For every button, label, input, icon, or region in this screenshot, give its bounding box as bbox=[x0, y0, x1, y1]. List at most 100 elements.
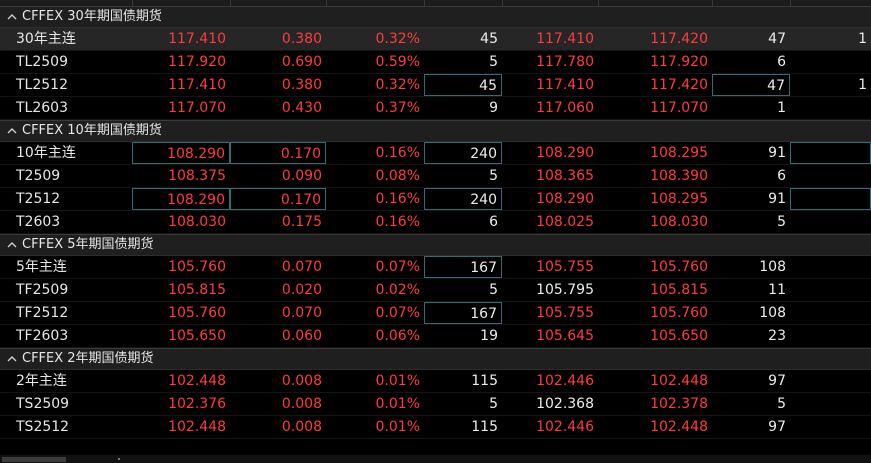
section-header[interactable]: CFFEX 2年期国债期货 bbox=[0, 348, 871, 370]
last-volume: 6 bbox=[489, 214, 498, 230]
change: 0.170 bbox=[230, 142, 326, 164]
change-percent: 0.37% bbox=[375, 100, 420, 116]
contract-name: TL2509 bbox=[16, 54, 68, 70]
ask-volume: 11 bbox=[768, 282, 786, 298]
section-header[interactable]: CFFEX 10年期国债期货 bbox=[0, 120, 871, 142]
bid-price: 117.410 bbox=[536, 31, 594, 47]
section-header[interactable]: CFFEX 30年期国债期货 bbox=[0, 6, 871, 28]
table-row[interactable]: TF2512 105.760 0.070 0.07% 167 105.755 1… bbox=[0, 302, 871, 325]
table-row[interactable]: 2年主连 102.448 0.008 0.01% 115 102.446 102… bbox=[0, 370, 871, 393]
bid-price: 108.025 bbox=[536, 214, 594, 230]
section-cffex-5y: CFFEX 5年期国债期货 5年主连 105.760 0.070 0.07% 1… bbox=[0, 234, 871, 348]
chevron-up-icon[interactable] bbox=[6, 11, 18, 23]
bid-price: 105.755 bbox=[536, 259, 594, 275]
contract-name: TL2512 bbox=[16, 77, 68, 93]
last-volume: 240 bbox=[424, 142, 502, 164]
table-row[interactable]: T2603 108.030 0.175 0.16% 6 108.025 108.… bbox=[0, 211, 871, 234]
extra-value bbox=[790, 97, 871, 119]
change-percent: 0.59% bbox=[375, 54, 420, 70]
contract-name: T2603 bbox=[16, 214, 61, 230]
bid-price: 102.368 bbox=[536, 396, 594, 412]
ask-volume: 91 bbox=[768, 145, 786, 161]
table-row[interactable]: TF2509 105.815 0.020 0.02% 5 105.795 105… bbox=[0, 279, 871, 302]
table-row[interactable]: T2509 108.375 0.090 0.08% 5 108.365 108.… bbox=[0, 165, 871, 188]
ask-price: 105.815 bbox=[650, 282, 708, 298]
bid-price: 102.446 bbox=[536, 419, 594, 435]
table-row[interactable]: 30年主连 117.410 0.380 0.32% 45 117.410 117… bbox=[0, 28, 871, 51]
last-price: 105.760 bbox=[168, 259, 226, 275]
ask-price: 117.420 bbox=[650, 77, 708, 93]
bid-price: 108.290 bbox=[536, 191, 594, 207]
section-header[interactable]: CFFEX 5年期国债期货 bbox=[0, 234, 871, 256]
section-cffex-10y: CFFEX 10年期国债期货 10年主连 108.290 0.170 0.16%… bbox=[0, 120, 871, 234]
table-row[interactable]: TS2512 102.448 0.008 0.01% 115 102.446 1… bbox=[0, 416, 871, 439]
table-row[interactable]: TF2603 105.650 0.060 0.06% 19 105.645 10… bbox=[0, 325, 871, 348]
change: 0.070 bbox=[281, 305, 322, 321]
scrollbar-thumb[interactable] bbox=[2, 457, 66, 462]
last-price: 108.290 bbox=[132, 188, 230, 210]
extra-value bbox=[790, 188, 871, 210]
ask-volume: 23 bbox=[768, 328, 786, 344]
last-price: 117.920 bbox=[168, 54, 226, 70]
bid-price: 108.365 bbox=[536, 168, 594, 184]
chevron-up-icon[interactable] bbox=[6, 125, 18, 137]
last-price: 102.376 bbox=[168, 396, 226, 412]
table-row[interactable]: 10年主连 108.290 0.170 0.16% 240 108.290 10… bbox=[0, 142, 871, 165]
change: 0.170 bbox=[230, 188, 326, 210]
contract-name: 30年主连 bbox=[16, 31, 76, 47]
section-title: CFFEX 30年期国债期货 bbox=[22, 9, 162, 24]
bid-price: 105.795 bbox=[536, 282, 594, 298]
section-cffex-2y: CFFEX 2年期国债期货 2年主连 102.448 0.008 0.01% 1… bbox=[0, 348, 871, 439]
ask-price: 105.650 bbox=[650, 328, 708, 344]
extra-value bbox=[790, 370, 871, 392]
change-percent: 0.02% bbox=[375, 282, 420, 298]
ask-price: 102.448 bbox=[650, 373, 708, 389]
change: 0.090 bbox=[281, 168, 322, 184]
change-percent: 0.32% bbox=[375, 31, 420, 47]
section-title: CFFEX 5年期国债期货 bbox=[22, 237, 154, 252]
last-volume: 5 bbox=[489, 282, 498, 298]
table-row[interactable]: 5年主连 105.760 0.070 0.07% 167 105.755 105… bbox=[0, 256, 871, 279]
bid-price: 117.060 bbox=[536, 100, 594, 116]
change-percent: 0.07% bbox=[375, 305, 420, 321]
last-volume: 9 bbox=[489, 100, 498, 116]
last-price: 105.650 bbox=[168, 328, 226, 344]
chevron-up-icon[interactable] bbox=[6, 353, 18, 365]
ask-price: 117.070 bbox=[650, 100, 708, 116]
last-price: 105.760 bbox=[168, 305, 226, 321]
ask-price: 102.448 bbox=[650, 419, 708, 435]
ask-price: 108.030 bbox=[650, 214, 708, 230]
contract-name: 5年主连 bbox=[16, 259, 67, 275]
horizontal-scrollbar[interactable] bbox=[0, 455, 871, 463]
section-title: CFFEX 2年期国债期货 bbox=[22, 351, 154, 366]
last-volume: 45 bbox=[480, 31, 498, 47]
ask-volume: 5 bbox=[777, 396, 786, 412]
ask-volume: 97 bbox=[768, 373, 786, 389]
ask-volume: 5 bbox=[777, 214, 786, 230]
bid-price: 117.780 bbox=[536, 54, 594, 70]
extra-value bbox=[790, 393, 871, 415]
last-price: 117.410 bbox=[168, 77, 226, 93]
scrollbar-marker bbox=[118, 458, 120, 460]
contract-name: TF2512 bbox=[16, 305, 69, 321]
extra-value bbox=[790, 256, 871, 278]
table-row[interactable]: T2512 108.290 0.170 0.16% 240 108.290 10… bbox=[0, 188, 871, 211]
contract-name: T2512 bbox=[16, 191, 61, 207]
table-row[interactable]: TL2509 117.920 0.690 0.59% 5 117.780 117… bbox=[0, 51, 871, 74]
last-price: 108.375 bbox=[168, 168, 226, 184]
contract-name: TS2512 bbox=[16, 419, 70, 435]
contract-name: TF2509 bbox=[16, 282, 69, 298]
table-row[interactable]: TS2509 102.376 0.008 0.01% 5 102.368 102… bbox=[0, 393, 871, 416]
ask-price: 102.378 bbox=[650, 396, 708, 412]
last-volume: 115 bbox=[471, 419, 498, 435]
chevron-up-icon[interactable] bbox=[6, 239, 18, 251]
table-row[interactable]: TL2603 117.070 0.430 0.37% 9 117.060 117… bbox=[0, 97, 871, 120]
change-percent: 0.16% bbox=[375, 145, 420, 161]
change-percent: 0.08% bbox=[375, 168, 420, 184]
extra-value bbox=[790, 165, 871, 187]
extra-value bbox=[790, 302, 871, 324]
section-title: CFFEX 10年期国债期货 bbox=[22, 123, 162, 138]
last-price: 117.410 bbox=[168, 31, 226, 47]
change-percent: 0.07% bbox=[375, 259, 420, 275]
table-row[interactable]: TL2512 117.410 0.380 0.32% 45 117.410 11… bbox=[0, 74, 871, 97]
